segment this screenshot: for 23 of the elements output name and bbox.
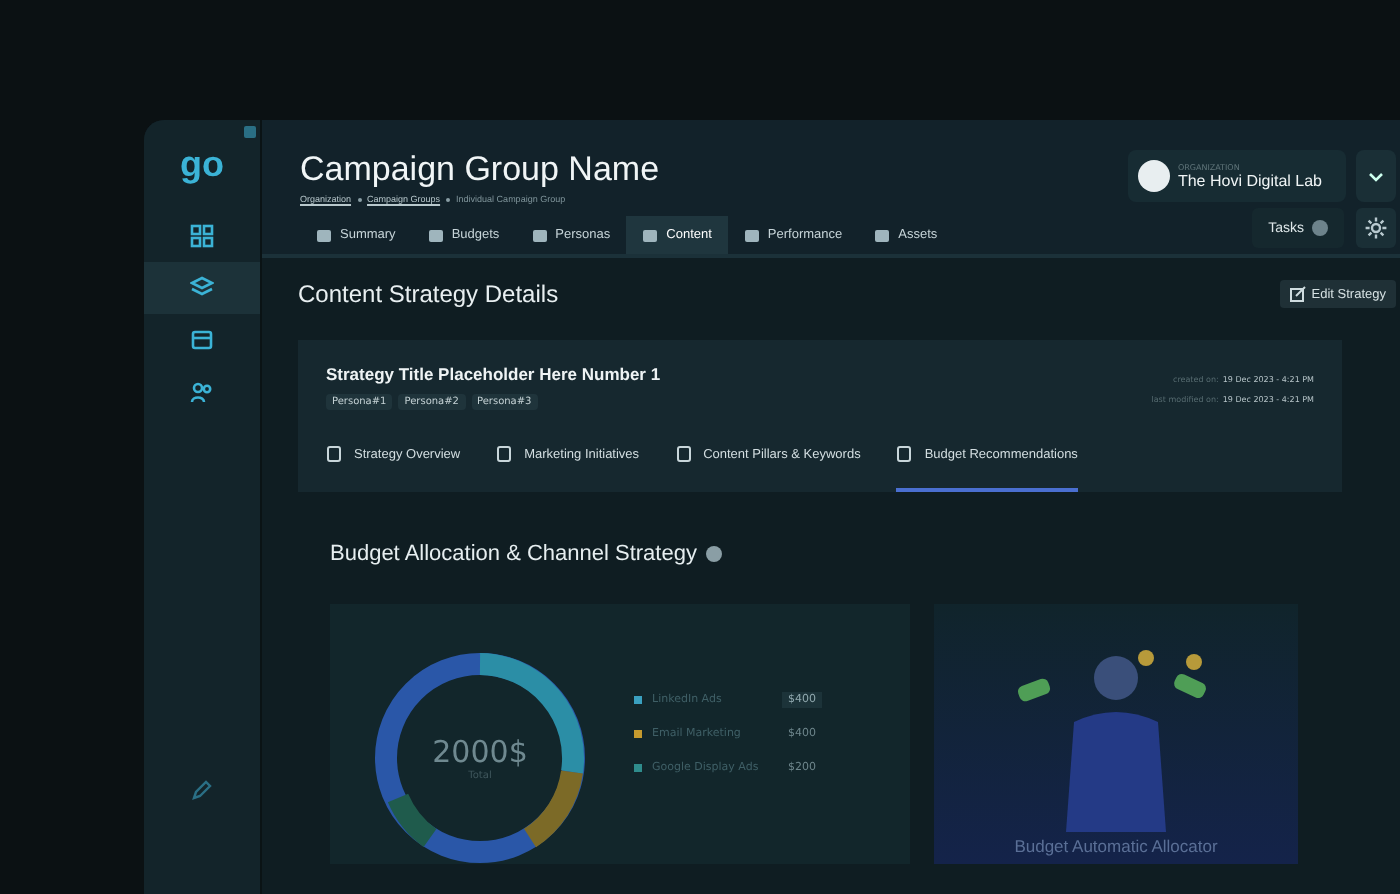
- section-title: Content Strategy Details: [298, 280, 559, 308]
- settings-icon: [1364, 216, 1388, 240]
- layers-icon: [190, 276, 214, 300]
- dropdown-button[interactable]: [1356, 150, 1396, 202]
- organization-name: The Hovi Digital Lab: [1177, 172, 1322, 190]
- settings-button[interactable]: [1356, 208, 1396, 248]
- total-amount: 2000$: [432, 734, 528, 770]
- budget-title: Budget Allocation & Channel Strategy: [330, 542, 697, 566]
- badge-icon: [1312, 220, 1328, 236]
- box-icon: [190, 328, 214, 352]
- allocator-title: Budget Automatic Allocator: [1014, 836, 1218, 856]
- chevron-down-icon: [1368, 171, 1384, 181]
- breadcrumb-separator-icon: [446, 197, 451, 201]
- logo: go: [180, 144, 224, 186]
- sidebar-item[interactable]: [144, 262, 260, 314]
- page-title: Campaign Group Name: [300, 150, 660, 190]
- collapse-toggle[interactable]: [244, 126, 256, 138]
- edit-icon: [1289, 286, 1306, 302]
- info-icon[interactable]: [706, 546, 723, 562]
- organization-avatar: [1137, 160, 1170, 192]
- pencil-icon[interactable]: [192, 780, 212, 800]
- breadcrumb-separator-icon: [357, 197, 362, 201]
- strategy-title: Strategy Title Placeholder Here Number 1: [326, 364, 661, 384]
